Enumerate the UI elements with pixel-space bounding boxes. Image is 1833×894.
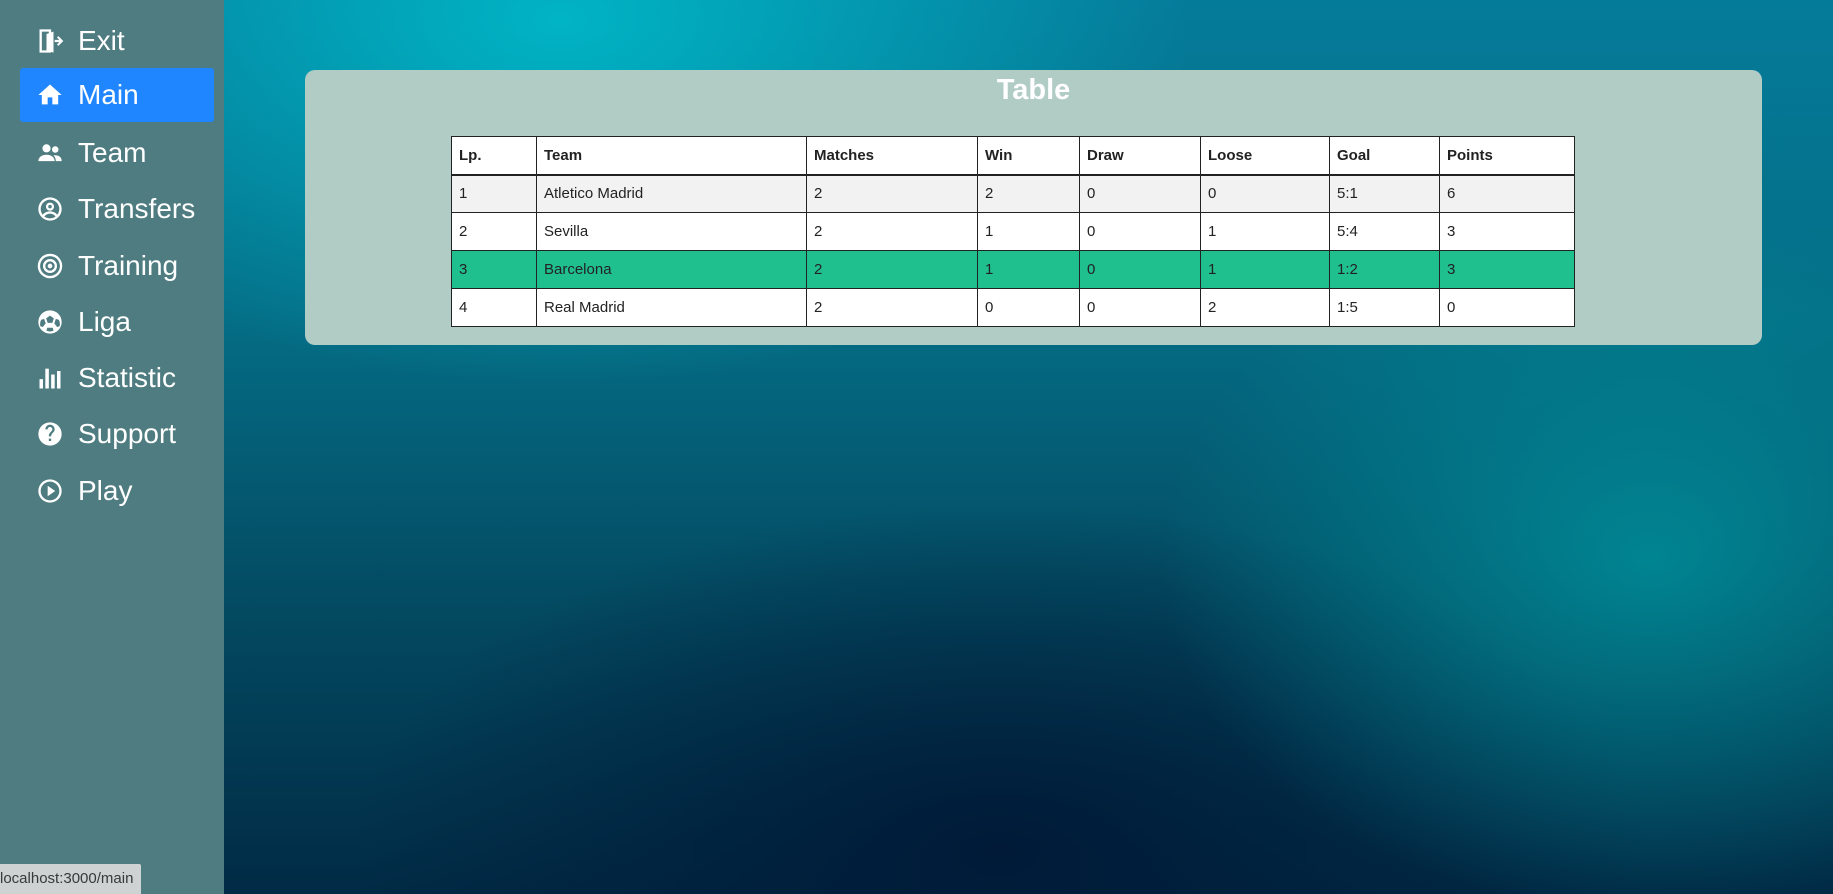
cell-draw: 0 (1079, 250, 1201, 289)
cell-goal: 5:4 (1329, 212, 1440, 251)
cell-goal: 1:2 (1329, 250, 1440, 289)
panel-title: Table (996, 74, 1071, 106)
sidebar-item-label: Transfers (78, 193, 196, 224)
cell-team: Atletico Madrid (536, 174, 807, 213)
exit-icon (32, 23, 68, 59)
cell-matches: 2 (806, 174, 978, 213)
user-circle-icon (32, 191, 68, 227)
sidebar-item-transfers[interactable]: Transfers (20, 182, 214, 236)
header-lp: Lp. (451, 136, 537, 176)
sidebar-item-label: Play (78, 475, 133, 506)
header-matches: Matches (806, 136, 978, 176)
cell-team: Real Madrid (536, 288, 807, 327)
sidebar-item-label: Training (78, 250, 179, 281)
table-row: 4 Real Madrid 2 0 0 2 1:5 0 (451, 288, 1575, 327)
sidebar-item-support[interactable]: Support (20, 407, 214, 461)
cell-team: Barcelona (536, 250, 807, 289)
sidebar: Exit Main Team Transfers Training Liga S… (0, 0, 224, 894)
sidebar-item-statistic[interactable]: Statistic (20, 351, 214, 405)
table-row-highlighted: 3 Barcelona 2 1 0 1 1:2 3 (451, 250, 1575, 289)
cell-goal: 5:1 (1329, 174, 1440, 213)
play-circle-icon (32, 473, 68, 509)
sidebar-item-team[interactable]: Team (20, 126, 214, 180)
cell-draw: 0 (1079, 288, 1201, 327)
cell-lp: 4 (451, 288, 537, 327)
league-table-panel: Table Lp. Team Matches Win Draw Loose Go… (305, 70, 1762, 345)
status-bar-url: localhost:3000/main (0, 864, 142, 894)
cell-matches: 2 (806, 250, 978, 289)
league-table: Lp. Team Matches Win Draw Loose Goal Poi… (451, 136, 1575, 327)
sidebar-item-training[interactable]: Training (20, 239, 214, 293)
cell-draw: 0 (1079, 174, 1201, 213)
cell-win: 0 (977, 288, 1080, 327)
cell-matches: 2 (806, 212, 978, 251)
cell-lp: 1 (451, 174, 537, 213)
cell-win: 1 (977, 250, 1080, 289)
header-loose: Loose (1200, 136, 1330, 176)
cell-points: 6 (1439, 174, 1575, 213)
cell-win: 2 (977, 174, 1080, 213)
table-header-row: Lp. Team Matches Win Draw Loose Goal Poi… (451, 136, 1575, 176)
sidebar-item-main[interactable]: Main (20, 68, 214, 122)
cell-goal: 1:5 (1329, 288, 1440, 327)
cell-team: Sevilla (536, 212, 807, 251)
question-icon (32, 416, 68, 452)
header-team: Team (536, 136, 807, 176)
cell-loose: 1 (1200, 250, 1330, 289)
cell-lp: 3 (451, 250, 537, 289)
cell-points: 3 (1439, 250, 1575, 289)
header-goal: Goal (1329, 136, 1440, 176)
cell-draw: 0 (1079, 212, 1201, 251)
cell-loose: 0 (1200, 174, 1330, 213)
cell-matches: 2 (806, 288, 978, 327)
cell-points: 3 (1439, 212, 1575, 251)
header-points: Points (1439, 136, 1575, 176)
sidebar-item-label: Team (78, 137, 147, 168)
soccer-ball-icon (32, 304, 68, 340)
cell-win: 1 (977, 212, 1080, 251)
people-icon (32, 135, 68, 171)
sidebar-item-label: Main (78, 79, 139, 110)
header-win: Win (977, 136, 1080, 176)
sidebar-item-exit[interactable]: Exit (20, 14, 214, 68)
table-row: 2 Sevilla 2 1 0 1 5:4 3 (451, 212, 1575, 251)
table-row: 1 Atletico Madrid 2 2 0 0 5:1 6 (451, 174, 1575, 213)
home-icon (32, 77, 68, 113)
cell-loose: 2 (1200, 288, 1330, 327)
bar-chart-icon (32, 360, 68, 396)
target-icon (32, 248, 68, 284)
sidebar-item-liga[interactable]: Liga (20, 295, 214, 349)
header-draw: Draw (1079, 136, 1201, 176)
sidebar-item-label: Exit (78, 25, 125, 56)
sidebar-item-play[interactable]: Play (20, 464, 214, 518)
sidebar-item-label: Statistic (78, 362, 177, 393)
sidebar-item-label: Liga (78, 306, 131, 337)
sidebar-item-label: Support (78, 418, 177, 449)
cell-lp: 2 (451, 212, 537, 251)
cell-loose: 1 (1200, 212, 1330, 251)
cell-points: 0 (1439, 288, 1575, 327)
